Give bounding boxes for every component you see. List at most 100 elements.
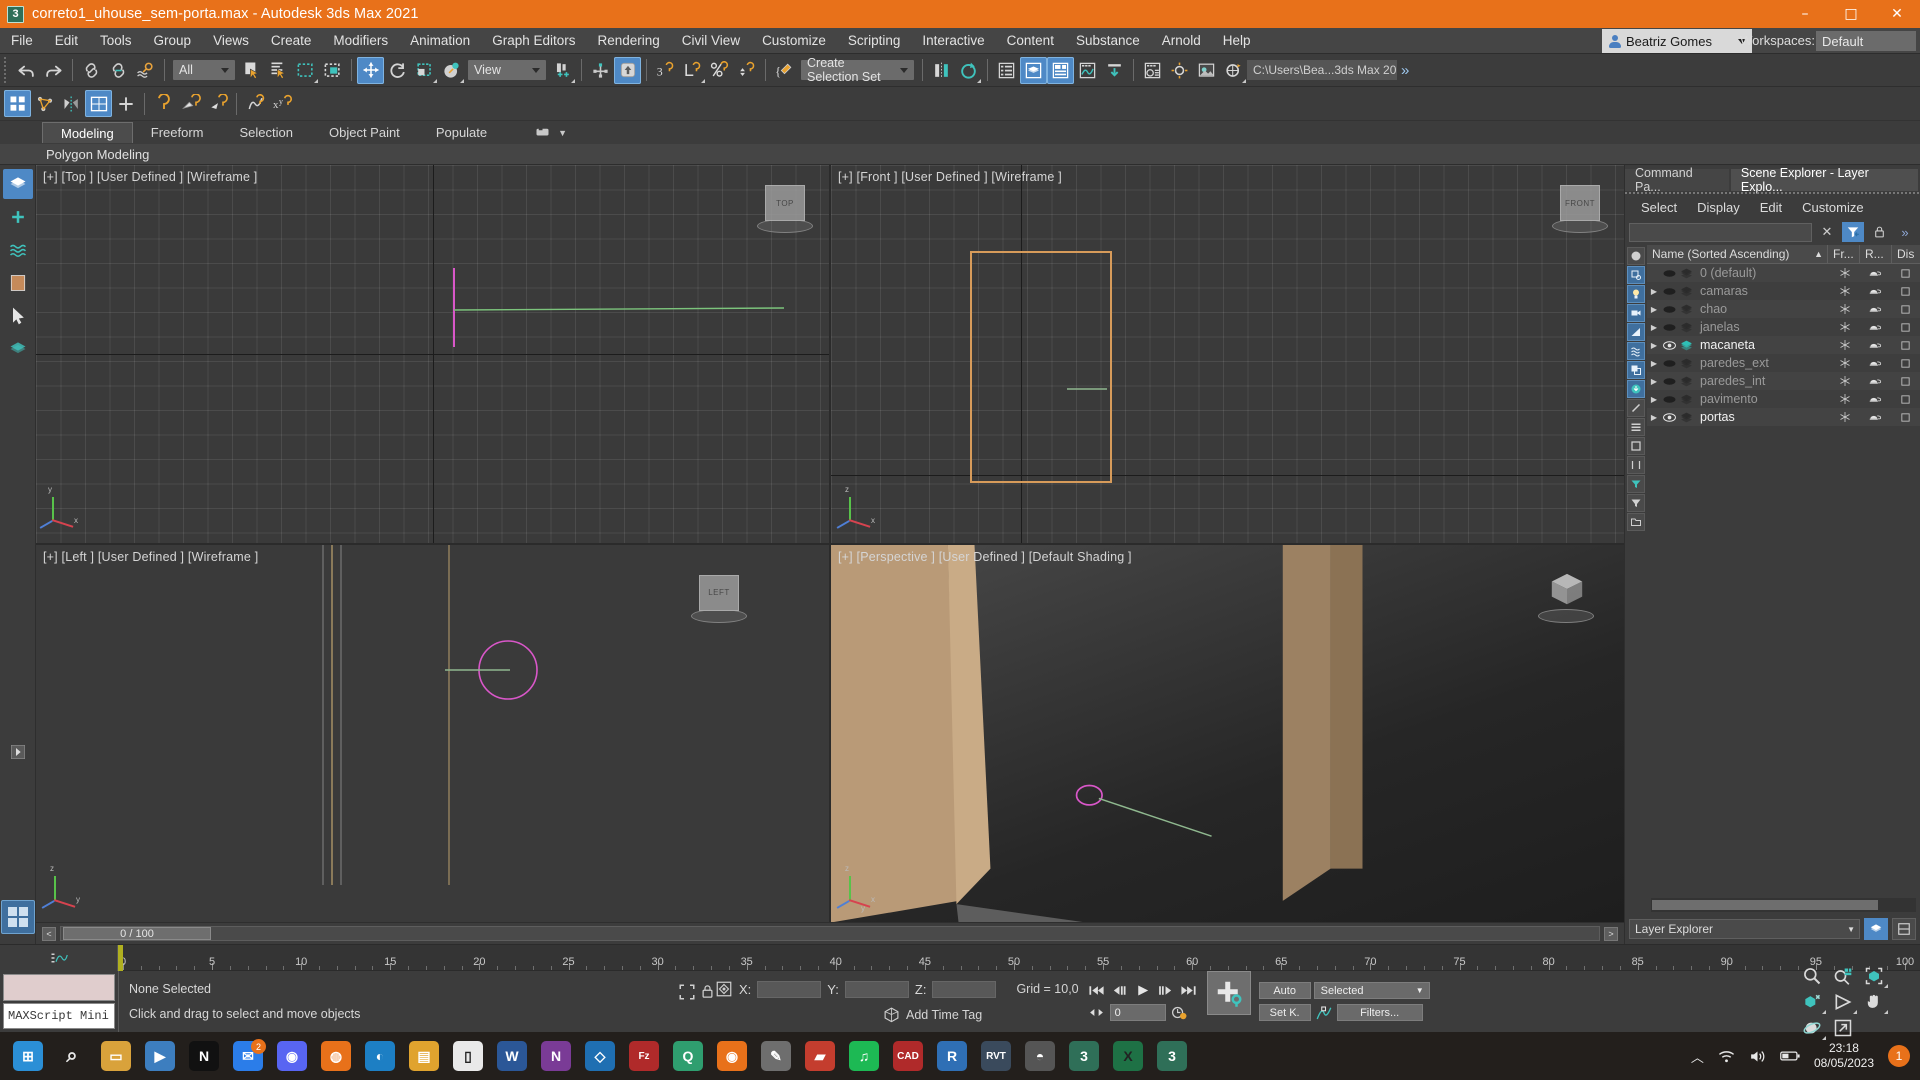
- show-hidden-icons-icon[interactable]: ︿: [1691, 1047, 1704, 1066]
- eye-closed-icon[interactable]: [1661, 304, 1678, 315]
- add-layer-icon[interactable]: [3, 202, 33, 232]
- freeze-icon[interactable]: [1830, 303, 1860, 315]
- zoom-extents-selected-icon[interactable]: [1796, 989, 1827, 1015]
- taskbar-search-icon[interactable]: ⌕: [50, 1034, 94, 1078]
- layer-row[interactable]: ▶ macaneta: [1647, 336, 1920, 354]
- renderable-icon[interactable]: [1860, 340, 1890, 350]
- ribbon-tab-freeform[interactable]: Freeform: [133, 122, 222, 143]
- light-filter-icon[interactable]: [1627, 285, 1645, 303]
- ribbon-tab-modeling[interactable]: Modeling: [42, 122, 133, 143]
- select-and-rotate-icon[interactable]: [384, 57, 411, 84]
- group-filter-icon[interactable]: [1627, 361, 1645, 379]
- eye-closed-icon[interactable]: [1661, 322, 1678, 333]
- select-arrow-icon[interactable]: [3, 301, 33, 331]
- expand-toggle-icon[interactable]: ▶: [1647, 395, 1661, 404]
- taskbar-notepad-icon[interactable]: ▯: [446, 1034, 490, 1078]
- viewport-perspective-label[interactable]: [+] [Perspective ] [User Defined ] [Defa…: [838, 550, 1132, 564]
- viewport-front[interactable]: [+] [Front ] [User Defined ] [Wireframe …: [831, 165, 1624, 543]
- snaps-toggle-icon[interactable]: [614, 56, 641, 84]
- renderable-icon[interactable]: [1860, 268, 1890, 278]
- display-icon[interactable]: [1890, 304, 1920, 315]
- current-frame-marker[interactable]: [118, 945, 123, 971]
- viewport-top-label[interactable]: [+] [Top ] [User Defined ] [Wireframe ]: [43, 170, 257, 184]
- maxscript-output-pane[interactable]: [3, 974, 115, 1001]
- viewport-front-label[interactable]: [+] [Front ] [User Defined ] [Wireframe …: [838, 170, 1062, 184]
- renderable-icon[interactable]: [1860, 304, 1890, 314]
- chevron-right-icon[interactable]: »: [1397, 62, 1413, 79]
- xref-filter-icon[interactable]: [1627, 380, 1645, 398]
- pan-view-icon[interactable]: [1858, 989, 1889, 1015]
- timeline-next-button[interactable]: >: [1604, 926, 1618, 941]
- taskbar-word-icon[interactable]: W: [490, 1034, 534, 1078]
- explorer-search-input[interactable]: [1629, 222, 1812, 242]
- clear-search-icon[interactable]: ✕: [1816, 222, 1838, 242]
- schematic-view-icon[interactable]: [1101, 57, 1128, 84]
- advanced-filter-icon[interactable]: [1627, 494, 1645, 512]
- eye-open-icon[interactable]: [1661, 412, 1678, 423]
- menu-tools[interactable]: Tools: [89, 28, 143, 54]
- track-view-icon[interactable]: [50, 951, 68, 965]
- generate-topology-icon[interactable]: [31, 90, 58, 117]
- menu-help[interactable]: Help: [1212, 28, 1262, 54]
- timeline-range-label[interactable]: 0 / 100: [63, 927, 211, 940]
- field-of-view-icon[interactable]: [1827, 989, 1858, 1015]
- zoom-icon[interactable]: [1796, 963, 1827, 989]
- orbit-icon[interactable]: [1796, 1015, 1827, 1041]
- key-step-icon[interactable]: [1087, 1004, 1107, 1021]
- material-editor-icon[interactable]: [1139, 57, 1166, 84]
- explorer-menu-customize[interactable]: Customize: [1792, 200, 1873, 215]
- taskbar-adobe-app-icon[interactable]: ▰: [798, 1034, 842, 1078]
- polygon-modeling-grid-icon[interactable]: [4, 90, 31, 117]
- eye-open-icon[interactable]: [1661, 340, 1678, 351]
- freeze-icon[interactable]: [1830, 267, 1860, 279]
- new-layer-button[interactable]: [1864, 918, 1888, 940]
- select-and-move-icon[interactable]: [357, 56, 384, 84]
- symmetry-icon[interactable]: [58, 90, 85, 117]
- taskbar-revit-icon[interactable]: R: [930, 1034, 974, 1078]
- expand-toggle-icon[interactable]: ▶: [1647, 305, 1661, 314]
- explorer-mode-select[interactable]: Layer Explorer ▼: [1629, 919, 1860, 939]
- column-render[interactable]: R...: [1860, 244, 1892, 264]
- freeze-icon[interactable]: [1830, 393, 1860, 405]
- redo-icon[interactable]: [40, 57, 67, 84]
- display-icon[interactable]: [1890, 358, 1920, 369]
- ribbon-chevron-down-icon[interactable]: ▼: [558, 128, 567, 138]
- workspace-selector[interactable]: Default: [1816, 31, 1916, 51]
- go-to-start-icon[interactable]: [1087, 982, 1107, 999]
- freeze-icon[interactable]: [1830, 411, 1860, 423]
- key-filter-select[interactable]: Selected ▼: [1313, 982, 1430, 999]
- maximize-viewport-icon[interactable]: [1827, 1015, 1858, 1041]
- viewport-left-label[interactable]: [+] [Left ] [User Defined ] [Wireframe ]: [43, 550, 258, 564]
- taskbar-sketch-app-icon[interactable]: ✎: [754, 1034, 798, 1078]
- tab-scene-explorer[interactable]: Scene Explorer - Layer Explo...: [1730, 166, 1918, 194]
- menu-interactive[interactable]: Interactive: [911, 28, 995, 54]
- layers-list-icon[interactable]: [1627, 418, 1645, 436]
- edit-poly-mode-icon[interactable]: [85, 90, 112, 117]
- bind-to-space-warp-icon[interactable]: [132, 57, 159, 84]
- explorer-options-button[interactable]: [1892, 918, 1916, 940]
- display-icon[interactable]: [1890, 412, 1920, 423]
- key-tangent-icon[interactable]: [1314, 1004, 1334, 1021]
- go-to-end-icon[interactable]: [1179, 982, 1199, 999]
- time-configuration-icon[interactable]: [1169, 1004, 1189, 1021]
- spacewarp-filter-icon[interactable]: [1627, 342, 1645, 360]
- taskbar-autocad-icon[interactable]: CAD: [886, 1034, 930, 1078]
- display-icon[interactable]: [1890, 340, 1920, 351]
- taskbar-qbittorrent-icon[interactable]: Q: [666, 1034, 710, 1078]
- freeze-icon[interactable]: [1830, 357, 1860, 369]
- helper-filter-icon[interactable]: [1627, 323, 1645, 341]
- ribbon-tab-object-paint[interactable]: Object Paint: [311, 122, 418, 143]
- play-animation-icon[interactable]: [1133, 982, 1153, 999]
- taskbar-excel-icon[interactable]: X: [1106, 1034, 1150, 1078]
- mirror-icon[interactable]: [928, 57, 955, 84]
- shape-filter-icon[interactable]: [1627, 266, 1645, 284]
- edit-named-selection-sets-icon[interactable]: {: [771, 57, 798, 84]
- viewport-left[interactable]: [+] [Left ] [User Defined ] [Wireframe ]…: [36, 544, 829, 922]
- z-field[interactable]: [932, 980, 997, 998]
- expand-panel-icon[interactable]: [3, 737, 33, 767]
- layer-row[interactable]: ▶ janelas: [1647, 318, 1920, 336]
- window-crossing-toggle-icon[interactable]: [319, 57, 346, 84]
- layer-row[interactable]: ▶ pavimento: [1647, 390, 1920, 408]
- layer-row[interactable]: ▶ paredes_int: [1647, 372, 1920, 390]
- expand-toggle-icon[interactable]: ▶: [1647, 287, 1661, 296]
